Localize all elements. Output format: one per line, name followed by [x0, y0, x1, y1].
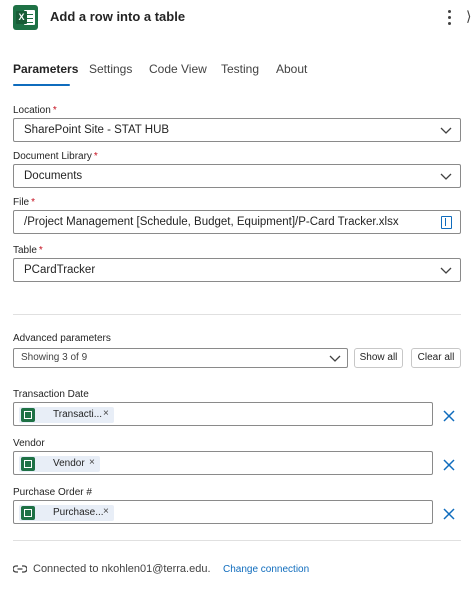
advanced-parameters-label: Advanced parameters: [13, 333, 111, 344]
remove-parameter-icon[interactable]: [442, 458, 456, 472]
remove-parameter-icon[interactable]: [442, 409, 456, 423]
remove-token-icon[interactable]: ×: [103, 506, 109, 517]
remove-token-icon[interactable]: ×: [89, 457, 95, 468]
header: X Add a row into a table ⟩: [0, 0, 474, 38]
remove-token-icon[interactable]: ×: [103, 408, 109, 419]
document-library-value: Documents: [24, 170, 83, 182]
param-label-vendor: Vendor: [13, 438, 45, 449]
show-all-button[interactable]: Show all: [354, 348, 403, 368]
tab-code-view[interactable]: Code View: [149, 62, 207, 76]
section-divider: [13, 540, 461, 541]
location-dropdown[interactable]: SharePoint Site - STAT HUB: [13, 118, 461, 142]
advanced-parameters-dropdown[interactable]: Showing 3 of 9: [13, 348, 348, 368]
tab-testing[interactable]: Testing: [221, 62, 259, 76]
location-label: Location *: [13, 105, 57, 116]
excel-icon: [21, 506, 35, 520]
document-library-dropdown[interactable]: Documents: [13, 164, 461, 188]
param-label-purchase-order: Purchase Order #: [13, 487, 92, 498]
advanced-parameters-count: Showing 3 of 9: [21, 352, 88, 363]
tab-about[interactable]: About: [276, 62, 307, 76]
tab-parameters[interactable]: Parameters: [13, 62, 78, 76]
dynamic-content-token[interactable]: Transacti... ×: [19, 407, 114, 423]
file-path-value: /Project Management [Schedule, Budget, E…: [24, 216, 399, 228]
more-vertical-icon[interactable]: [444, 8, 454, 26]
action-title: Add a row into a table: [50, 9, 186, 24]
change-connection-link[interactable]: Change connection: [223, 564, 309, 575]
clear-all-button[interactable]: Clear all: [411, 348, 461, 368]
purchase-order-input[interactable]: Purchase... ×: [13, 500, 433, 524]
tab-bar: Parameters Settings Code View Testing Ab…: [0, 56, 474, 88]
table-value: PCardTracker: [24, 264, 96, 276]
excel-icon: [21, 408, 35, 422]
vendor-input[interactable]: Vendor ×: [13, 451, 433, 475]
connected-account-text: Connected to nkohlen01@terra.edu.: [33, 563, 211, 575]
transaction-date-input[interactable]: Transacti... ×: [13, 402, 433, 426]
dynamic-content-token[interactable]: Purchase... ×: [19, 505, 114, 521]
connection-link-icon: [13, 565, 27, 573]
file-label: File *: [13, 197, 36, 208]
dynamic-content-token[interactable]: Vendor ×: [19, 456, 100, 472]
active-tab-indicator: [13, 84, 70, 86]
chevron-down-icon: [440, 173, 452, 180]
chevron-down-icon: [440, 267, 452, 274]
file-picker-field[interactable]: /Project Management [Schedule, Budget, E…: [13, 210, 461, 234]
table-dropdown[interactable]: PCardTracker: [13, 258, 461, 282]
connection-footer: Connected to nkohlen01@terra.edu. Change…: [13, 562, 461, 578]
close-panel-icon[interactable]: ⟩: [466, 8, 471, 25]
location-value: SharePoint Site - STAT HUB: [24, 124, 170, 136]
remove-parameter-icon[interactable]: [442, 507, 456, 521]
chevron-down-icon: [329, 355, 341, 362]
chevron-down-icon: [440, 127, 452, 134]
tab-settings[interactable]: Settings: [89, 62, 132, 76]
table-label: Table *: [13, 245, 43, 256]
param-label-transaction-date: Transaction Date: [13, 389, 89, 400]
section-divider: [13, 314, 461, 315]
document-library-label: Document Library *: [13, 151, 98, 162]
excel-icon: X: [13, 5, 38, 30]
excel-icon: [21, 457, 35, 471]
file-browse-icon[interactable]: [441, 216, 452, 229]
